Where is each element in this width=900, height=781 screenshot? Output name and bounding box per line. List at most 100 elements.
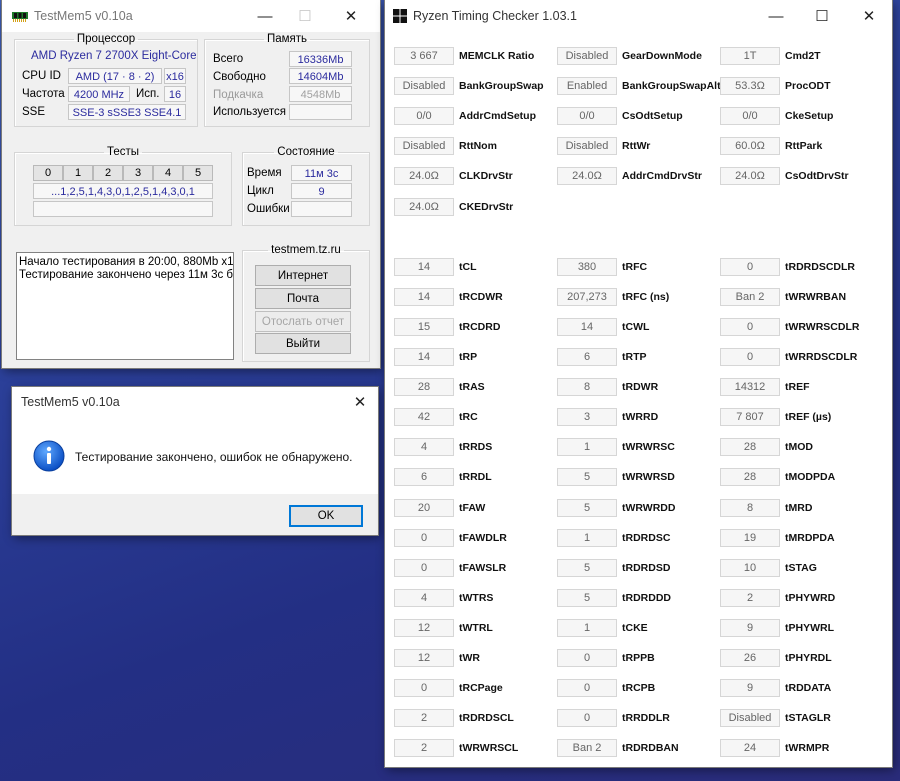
- timing-value: 14312: [720, 378, 780, 397]
- rtc-minimize-button[interactable]: —: [753, 0, 799, 32]
- dialog-titlebar[interactable]: TestMem5 v0.10a ✕: [12, 387, 378, 417]
- testmem-titlebar[interactable]: TestMem5 v0.10a — ☐ ✕: [2, 0, 380, 32]
- timing-value: 2: [720, 588, 780, 607]
- rtc-window: Ryzen Timing Checker 1.03.1 — ☐ ✕ 3 667 M…: [385, 0, 892, 767]
- send-report-button[interactable]: Отослать отчет: [255, 311, 351, 332]
- timing-value: 24.0Ω: [394, 167, 454, 186]
- test-log[interactable]: Начало тестирования в 20:00, 880Mb x16 Т…: [16, 252, 234, 360]
- freq-label: Частота: [22, 88, 65, 100]
- timing-label: tWTRS: [459, 591, 494, 604]
- timing-value: 2: [394, 739, 454, 758]
- timing-label: tRRDL: [459, 471, 492, 484]
- ok-button[interactable]: OK: [289, 505, 363, 527]
- timing-label: tRRDS: [459, 441, 493, 454]
- timing-label: tWRWRBAN: [785, 290, 847, 303]
- timing-value: Disabled: [720, 709, 780, 728]
- timing-label: tPHYWRL: [785, 621, 834, 634]
- timing-value: 24.0Ω: [557, 167, 617, 186]
- timing-value: 12: [394, 618, 454, 637]
- dialog-close-button[interactable]: ✕: [340, 387, 380, 417]
- test-cell: 2: [93, 165, 123, 181]
- timing-label: tWRWRSCL: [459, 742, 519, 755]
- timing-label: tPHYRDL: [785, 652, 832, 664]
- timing-value: 14: [557, 317, 617, 336]
- rtc-maximize-button[interactable]: ☐: [799, 0, 845, 32]
- timing-value: 1: [557, 618, 617, 637]
- timing-value: 19: [720, 528, 780, 547]
- timing-value: 8: [720, 498, 780, 517]
- timing-label: tWRWRDD: [622, 501, 676, 514]
- timing-label: CKEDrvStr: [459, 200, 514, 213]
- timing-value: 15: [394, 317, 454, 336]
- sse-label: SSE: [22, 106, 46, 118]
- timing-label: tRDRDSCDLR: [785, 260, 855, 273]
- maximize-button[interactable]: ☐: [282, 0, 328, 32]
- timing-label: AddrCmdSetup: [459, 110, 536, 123]
- rtc-title: Ryzen Timing Checker 1.03.1: [413, 9, 577, 23]
- errors-label: Ошибки: [247, 203, 290, 215]
- testmem-window: TestMem5 v0.10a — ☐ ✕ Процессор AMD Ryze…: [2, 0, 380, 368]
- timing-value: 0: [394, 558, 454, 577]
- timing-label: tRC: [459, 411, 478, 424]
- test-progress: [33, 201, 213, 217]
- timing-label: tRCDWR: [459, 290, 503, 303]
- timing-label: tFAWSLR: [459, 561, 507, 574]
- timing-value: 4: [394, 438, 454, 457]
- timing-label: CkeSetup: [785, 110, 834, 123]
- cpu-name: AMD Ryzen 7 2700X Eight-Core: [31, 50, 197, 62]
- timing-label: AddrCmdDrvStr: [622, 170, 702, 183]
- timing-label: tMODPDA: [785, 471, 836, 484]
- exit-button[interactable]: Выйти: [255, 333, 351, 354]
- cpu-cores: x16: [164, 68, 186, 84]
- free-value: 14604Mb: [289, 68, 352, 84]
- test-cell: 1: [63, 165, 93, 181]
- timing-value: 12: [394, 649, 454, 667]
- total-label: Всего: [213, 53, 244, 65]
- info-icon: [33, 440, 65, 472]
- rtc-titlebar[interactable]: Ryzen Timing Checker 1.03.1 — ☐ ✕: [385, 0, 892, 32]
- timing-label: tWR: [459, 652, 480, 664]
- free-label: Свободно: [213, 71, 266, 83]
- timing-label: tRCPB: [622, 682, 656, 695]
- timing-value: 26: [720, 649, 780, 667]
- timing-value: 3: [557, 408, 617, 427]
- timing-label: tWRWRSC: [622, 441, 675, 454]
- close-button[interactable]: ✕: [328, 0, 374, 32]
- timing-value: 24: [720, 739, 780, 758]
- timing-label: GearDownMode: [622, 50, 702, 62]
- freq-value: 4200 MHz: [68, 86, 130, 102]
- timing-label: tMRD: [785, 501, 813, 514]
- timing-label: tCWL: [622, 320, 650, 333]
- internet-button[interactable]: Интернет: [255, 265, 351, 286]
- timing-value: 0: [557, 649, 617, 667]
- sse-value: SSE-3 sSSE3 SSE4.1: [68, 104, 186, 120]
- rtc-close-button[interactable]: ✕: [846, 0, 892, 32]
- mail-button[interactable]: Почта: [255, 288, 351, 309]
- timing-label: tSTAG: [785, 561, 817, 574]
- timing-value: Disabled: [557, 47, 617, 65]
- timing-value: 0: [394, 679, 454, 698]
- timing-value: Ban 2: [557, 739, 617, 758]
- timing-value: 380: [557, 257, 617, 276]
- timing-label: tWRMPR: [785, 742, 830, 755]
- timing-value: 14: [394, 257, 454, 276]
- timing-label: ProcODT: [785, 80, 831, 93]
- timing-label: tWRWRSCDLR: [785, 320, 860, 333]
- timing-label: tMRDPDA: [785, 531, 835, 544]
- cycle-label: Цикл: [247, 185, 274, 197]
- timing-value: Disabled: [394, 77, 454, 96]
- site-legend: testmem.tz.ru: [271, 244, 341, 256]
- timing-label: tWTRL: [459, 621, 493, 634]
- timing-value: 5: [557, 588, 617, 607]
- memory-legend: Память: [266, 33, 308, 45]
- timing-value: Disabled: [394, 137, 454, 156]
- timing-label: tMOD: [785, 441, 813, 454]
- test-cell: 4: [153, 165, 183, 181]
- timing-value: 207,273: [557, 287, 617, 306]
- use-value: 16: [164, 86, 186, 102]
- time-value: 11м 3с: [291, 165, 352, 181]
- timing-value: 1T: [720, 47, 780, 65]
- timing-value: 0/0: [394, 107, 454, 126]
- timing-label: MEMCLK Ratio: [459, 50, 535, 62]
- timing-value: 60.0Ω: [720, 137, 780, 156]
